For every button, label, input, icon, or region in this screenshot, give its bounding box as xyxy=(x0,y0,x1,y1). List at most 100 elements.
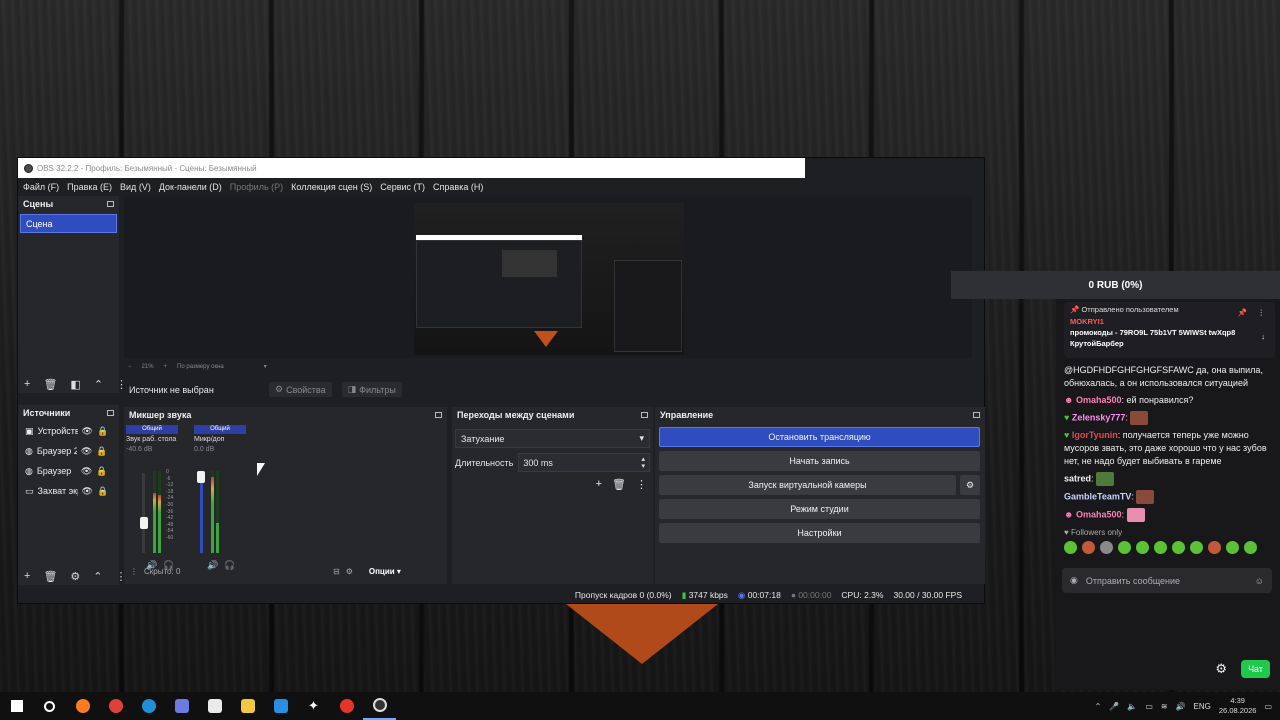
language-indicator[interactable]: ENG xyxy=(1194,702,1211,711)
pinned-user[interactable]: MOKRYI1 xyxy=(1070,317,1269,326)
eye-icon[interactable]: 👁 xyxy=(81,466,92,477)
lock-icon[interactable]: 🔒 xyxy=(97,426,108,437)
taskbar-edge[interactable] xyxy=(132,692,165,720)
emote-icon[interactable] xyxy=(1064,541,1077,554)
volume-slider-handle[interactable] xyxy=(197,471,205,483)
chevron-up-icon[interactable]: ⌃ xyxy=(1095,702,1102,711)
more-icon[interactable]: ⋮ xyxy=(636,478,647,491)
eye-icon[interactable]: 👁 xyxy=(81,446,92,457)
chat-user[interactable]: Omaha500 xyxy=(1076,509,1122,519)
eye-icon[interactable]: 👁 xyxy=(82,426,93,437)
source-item[interactable]: ◍ Браузер 2 👁 🔒 xyxy=(18,441,119,461)
mixer-settings-icon[interactable]: ⚙ xyxy=(346,567,353,576)
emoji-icon[interactable]: ☺ xyxy=(1255,576,1264,586)
emote-icon[interactable] xyxy=(1244,541,1257,554)
more-icon[interactable]: ⋮ xyxy=(130,567,138,576)
arrow-down-icon[interactable]: ↓ xyxy=(1261,332,1265,341)
undock-icon[interactable] xyxy=(107,201,114,207)
add-transition-icon[interactable]: + xyxy=(596,478,602,491)
move-up-icon[interactable]: ⌃ xyxy=(94,378,103,391)
menu-edit[interactable]: Правка (E) xyxy=(67,182,112,192)
emote-icon[interactable] xyxy=(1208,541,1221,554)
source-item[interactable]: ▣ Устройство 👁 🔒 xyxy=(18,421,119,441)
zoom-out-icon[interactable]: − xyxy=(128,364,132,370)
chat-user[interactable]: GambleTeamTV xyxy=(1064,491,1131,501)
studio-mode-button[interactable]: Режим студии xyxy=(659,499,980,519)
channel-name[interactable]: Микр/доп xyxy=(194,436,246,443)
chat-send-button[interactable]: Чат xyxy=(1241,660,1270,678)
menu-scene-collection[interactable]: Коллекция сцен (S) xyxy=(291,182,372,192)
taskbar-obs[interactable] xyxy=(363,692,396,720)
volume-slider-track[interactable] xyxy=(200,473,203,553)
add-source-icon[interactable]: + xyxy=(24,570,30,582)
stop-stream-button[interactable]: Остановить трансляцию xyxy=(659,427,980,447)
move-up-icon[interactable]: ⌃ xyxy=(93,570,102,583)
emote-icon[interactable] xyxy=(1172,541,1185,554)
chat-user[interactable]: satred xyxy=(1064,473,1091,483)
remove-source-icon[interactable]: 🗑 xyxy=(43,570,57,583)
virtual-cam-button[interactable]: Запуск виртуальной камеры xyxy=(659,475,956,495)
settings-button[interactable]: Настройки xyxy=(659,523,980,543)
wifi-icon[interactable]: ≋ xyxy=(1161,702,1168,711)
taskbar-chrome[interactable] xyxy=(99,692,132,720)
emote-icon[interactable] xyxy=(1226,541,1239,554)
volume-icon[interactable]: 🔈 xyxy=(1127,702,1137,711)
taskbar-sparkle[interactable]: ✦ xyxy=(297,692,330,720)
lock-icon[interactable]: 🔒 xyxy=(97,486,108,497)
unpin-icon[interactable]: 📌 xyxy=(1238,308,1247,317)
source-settings-icon[interactable]: ⚙ xyxy=(70,570,80,583)
zoom-fit-select[interactable]: По размеру окна xyxy=(177,364,224,370)
layout-icon[interactable]: ⊟ xyxy=(333,567,340,576)
undock-icon[interactable] xyxy=(107,410,114,416)
transition-select[interactable]: Затухание ▾ xyxy=(455,429,650,448)
zoom-in-icon[interactable]: + xyxy=(164,364,168,370)
chat-user[interactable]: Zelensky777 xyxy=(1072,412,1126,422)
source-item[interactable]: ▭ Захват экрана 👁 🔒 xyxy=(18,481,119,501)
emote-icon[interactable] xyxy=(1082,541,1095,554)
window-titlebar[interactable]: OBS 32.2.2 - Профиль: Безымянный - Сцены… xyxy=(18,158,805,178)
chat-user[interactable]: IgorTyunin xyxy=(1072,430,1118,440)
scene-item[interactable]: Сцена xyxy=(20,214,117,233)
channel-name[interactable]: Звук раб. стола xyxy=(126,436,178,443)
undock-icon[interactable] xyxy=(641,412,648,418)
chevron-down-icon[interactable]: ▾ xyxy=(264,363,267,370)
chat-user[interactable]: Omaha500 xyxy=(1076,395,1122,405)
remove-scene-icon[interactable]: 🗑 xyxy=(43,378,57,391)
volume-slider-track[interactable] xyxy=(142,473,145,553)
spinner-icon[interactable]: ▴ ▾ xyxy=(641,456,645,470)
source-item[interactable]: ◍ Браузер 👁 🔒 xyxy=(18,461,119,481)
taskbar-store[interactable] xyxy=(198,692,231,720)
undock-icon[interactable] xyxy=(435,412,442,418)
filters-button[interactable]: ◨ Фильтры xyxy=(341,382,402,397)
taskbar-yandex[interactable] xyxy=(330,692,363,720)
search-button[interactable] xyxy=(33,692,66,720)
gear-icon[interactable]: ⚙ xyxy=(1215,661,1227,677)
virtual-cam-settings-icon[interactable]: ⚙ xyxy=(960,475,980,495)
undock-icon[interactable] xyxy=(973,412,980,418)
scene-filters-icon[interactable]: ◧ xyxy=(70,378,80,391)
start-record-button[interactable]: Начать запись xyxy=(659,451,980,471)
chat-input[interactable]: ◉ Отправить сообщение ☺ xyxy=(1062,568,1272,593)
taskbar-save[interactable] xyxy=(165,692,198,720)
lock-icon[interactable]: 🔒 xyxy=(96,446,107,457)
volume-slider-handle[interactable] xyxy=(140,516,148,529)
duration-input[interactable]: 300 ms ▴ ▾ xyxy=(518,453,650,472)
start-button[interactable] xyxy=(0,692,33,720)
notification-icon[interactable]: ▭ xyxy=(1264,702,1272,711)
mic-icon[interactable]: 🎤 xyxy=(1109,702,1119,711)
more-icon[interactable]: ⋮ xyxy=(1258,308,1266,317)
emote-icon[interactable] xyxy=(1118,541,1131,554)
lock-icon[interactable]: 🔒 xyxy=(96,466,107,477)
emote-icon[interactable] xyxy=(1136,541,1149,554)
taskbar-firefox[interactable] xyxy=(66,692,99,720)
properties-button[interactable]: ⚙ Свойства xyxy=(269,382,332,397)
taskbar-explorer[interactable] xyxy=(231,692,264,720)
battery-icon[interactable]: ▭ xyxy=(1145,702,1153,711)
clock[interactable]: 4:39 26.08.2026 xyxy=(1219,696,1257,716)
emote-icon[interactable] xyxy=(1190,541,1203,554)
preview-area[interactable] xyxy=(124,196,972,358)
menu-profile[interactable]: Профиль (P) xyxy=(230,182,283,192)
emote-icon[interactable] xyxy=(1100,541,1113,554)
taskbar-mail[interactable] xyxy=(264,692,297,720)
remove-transition-icon[interactable]: 🗑 xyxy=(612,478,626,491)
